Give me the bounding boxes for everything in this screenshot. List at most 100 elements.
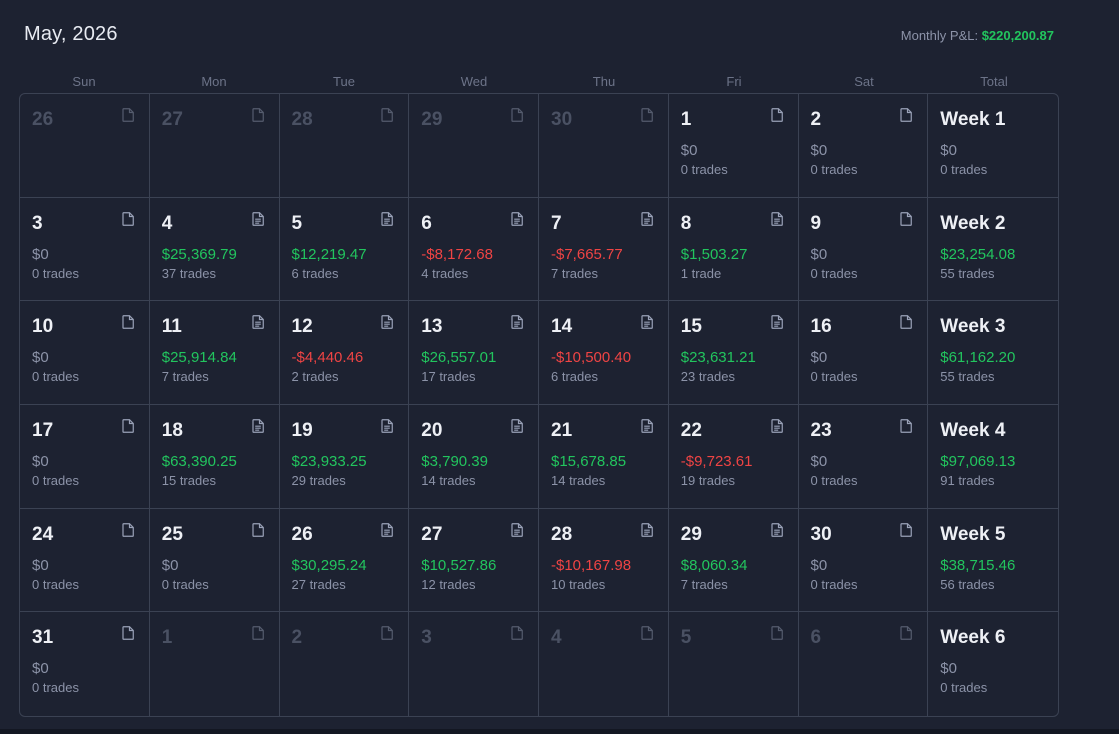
note-icon[interactable]	[511, 626, 523, 641]
note-icon[interactable]	[122, 315, 134, 330]
week-trade-count: 55 trades	[940, 265, 995, 281]
note-icon[interactable]	[251, 626, 264, 641]
note-filled-icon[interactable]	[511, 522, 523, 537]
note-icon[interactable]	[900, 626, 913, 641]
note-filled-icon[interactable]	[511, 211, 523, 226]
note-icon[interactable]	[900, 315, 913, 330]
day-cell[interactable]: 2	[280, 612, 410, 716]
week-pnl: $0	[940, 142, 957, 159]
day-cell[interactable]: 18 $63,390.25 15 trades	[149, 404, 280, 509]
day-cell[interactable]: 13 $26,557.01 17 trades	[409, 301, 539, 405]
day-trade-count: 4 trades	[421, 265, 469, 281]
day-cell[interactable]: 30 $0 0 trades	[798, 508, 929, 613]
note-icon[interactable]	[122, 626, 134, 641]
day-cell[interactable]: 25 $0 0 trades	[149, 508, 280, 613]
day-cell[interactable]: 26 $30,295.24 27 trades	[279, 508, 410, 613]
note-filled-icon[interactable]	[770, 522, 783, 537]
day-cell[interactable]: 28 -$10,167.98 10 trades	[539, 508, 669, 613]
note-filled-icon[interactable]	[381, 211, 394, 226]
note-filled-icon[interactable]	[641, 522, 653, 537]
day-cell[interactable]: 2 $0 0 trades	[798, 94, 929, 198]
day-cell[interactable]: 1	[150, 612, 280, 716]
day-cell[interactable]: 4 $25,369.79 37 trades	[149, 197, 280, 302]
day-cell[interactable]: 3 $0 0 trades	[20, 197, 150, 302]
note-filled-icon[interactable]	[511, 419, 523, 433]
day-cell[interactable]: 31 $0 0 trades	[20, 612, 150, 716]
day-cell[interactable]: 6 -$8,172.68 4 trades	[409, 197, 539, 302]
day-cell[interactable]: 26	[20, 94, 150, 198]
day-cell[interactable]: 12 -$4,440.46 2 trades	[279, 301, 410, 405]
day-cell[interactable]: 6	[799, 612, 929, 716]
day-trade-count: 0 trades	[32, 265, 79, 281]
day-cell[interactable]: 30	[539, 94, 669, 198]
note-filled-icon[interactable]	[381, 315, 394, 330]
note-icon[interactable]	[511, 108, 523, 122]
day-trade-count: 0 trades	[810, 369, 858, 385]
note-icon[interactable]	[122, 108, 134, 122]
day-cell[interactable]: 17 $0 0 trades	[20, 404, 150, 509]
day-cell[interactable]: 23 $0 0 trades	[798, 404, 929, 509]
day-cell[interactable]: 1 $0 0 trades	[668, 94, 799, 198]
day-cell[interactable]: 19 $23,933.25 29 trades	[279, 404, 410, 509]
note-icon[interactable]	[122, 522, 134, 537]
note-filled-icon[interactable]	[251, 419, 264, 433]
day-trade-count: 0 trades	[32, 369, 79, 385]
day-cell[interactable]: 29	[409, 94, 539, 198]
note-filled-icon[interactable]	[511, 315, 523, 330]
week-total-cell: Week 5 $38,715.46 56 trades	[928, 509, 1058, 613]
note-icon[interactable]	[900, 522, 913, 537]
day-cell[interactable]: 8 $1,503.27 1 trade	[668, 197, 799, 302]
day-cell[interactable]: 5	[669, 612, 799, 716]
day-cell[interactable]: 5 $12,219.47 6 trades	[279, 197, 410, 302]
day-cell[interactable]: 21 $15,678.85 14 trades	[539, 404, 669, 509]
weekday-wed: Wed	[460, 74, 488, 89]
monthly-pnl: Monthly P&L: $220,200.87	[901, 28, 1054, 43]
day-cell[interactable]: 24 $0 0 trades	[20, 508, 150, 613]
note-icon[interactable]	[900, 108, 913, 122]
day-pnl: -$4,440.46	[291, 349, 364, 367]
note-filled-icon[interactable]	[251, 211, 264, 226]
note-filled-icon[interactable]	[641, 211, 653, 226]
note-icon[interactable]	[381, 108, 394, 122]
note-filled-icon[interactable]	[381, 522, 394, 537]
day-cell[interactable]: 22 -$9,723.61 19 trades	[668, 404, 799, 509]
note-icon[interactable]	[122, 419, 134, 433]
day-cell[interactable]: 7 -$7,665.77 7 trades	[539, 197, 669, 302]
day-cell[interactable]: 29 $8,060.34 7 trades	[668, 508, 799, 613]
day-cell[interactable]: 28	[279, 94, 410, 198]
note-icon[interactable]	[641, 108, 653, 122]
day-trade-count: 7 trades	[161, 369, 209, 385]
day-cell[interactable]: 9 $0 0 trades	[798, 197, 929, 302]
note-filled-icon[interactable]	[770, 419, 783, 433]
day-cell[interactable]: 15 $23,631.21 23 trades	[668, 301, 799, 405]
day-cell[interactable]: 27	[149, 94, 280, 198]
monthly-pnl-label: Monthly P&L:	[900, 28, 982, 43]
note-filled-icon[interactable]	[381, 419, 394, 433]
note-icon[interactable]	[251, 108, 264, 122]
note-filled-icon[interactable]	[770, 211, 783, 226]
note-filled-icon[interactable]	[641, 315, 653, 330]
day-cell[interactable]: 27 $10,527.86 12 trades	[409, 508, 539, 613]
note-icon[interactable]	[900, 419, 913, 433]
note-icon[interactable]	[770, 108, 783, 122]
note-icon[interactable]	[122, 211, 134, 226]
day-cell[interactable]: 11 $25,914.84 7 trades	[149, 301, 280, 405]
day-trade-count: 0 trades	[810, 265, 858, 281]
day-trade-count: 12 trades	[421, 576, 476, 592]
note-filled-icon[interactable]	[251, 315, 264, 330]
note-icon[interactable]	[251, 522, 264, 537]
note-icon[interactable]	[641, 626, 653, 641]
note-icon[interactable]	[900, 211, 913, 226]
day-cell[interactable]: 16 $0 0 trades	[798, 301, 929, 405]
note-icon[interactable]	[770, 626, 783, 641]
day-cell[interactable]: 14 -$10,500.40 6 trades	[539, 301, 669, 405]
day-cell[interactable]: 3	[409, 612, 539, 716]
day-cell[interactable]: 20 $3,790.39 14 trades	[409, 404, 539, 509]
note-filled-icon[interactable]	[641, 419, 653, 433]
day-cell[interactable]: 4	[539, 612, 669, 716]
day-cell[interactable]: 10 $0 0 trades	[20, 301, 150, 405]
note-icon[interactable]	[381, 626, 394, 641]
month-title: May, 2026	[24, 23, 118, 45]
day-pnl: $0	[32, 349, 49, 367]
note-filled-icon[interactable]	[770, 315, 783, 330]
